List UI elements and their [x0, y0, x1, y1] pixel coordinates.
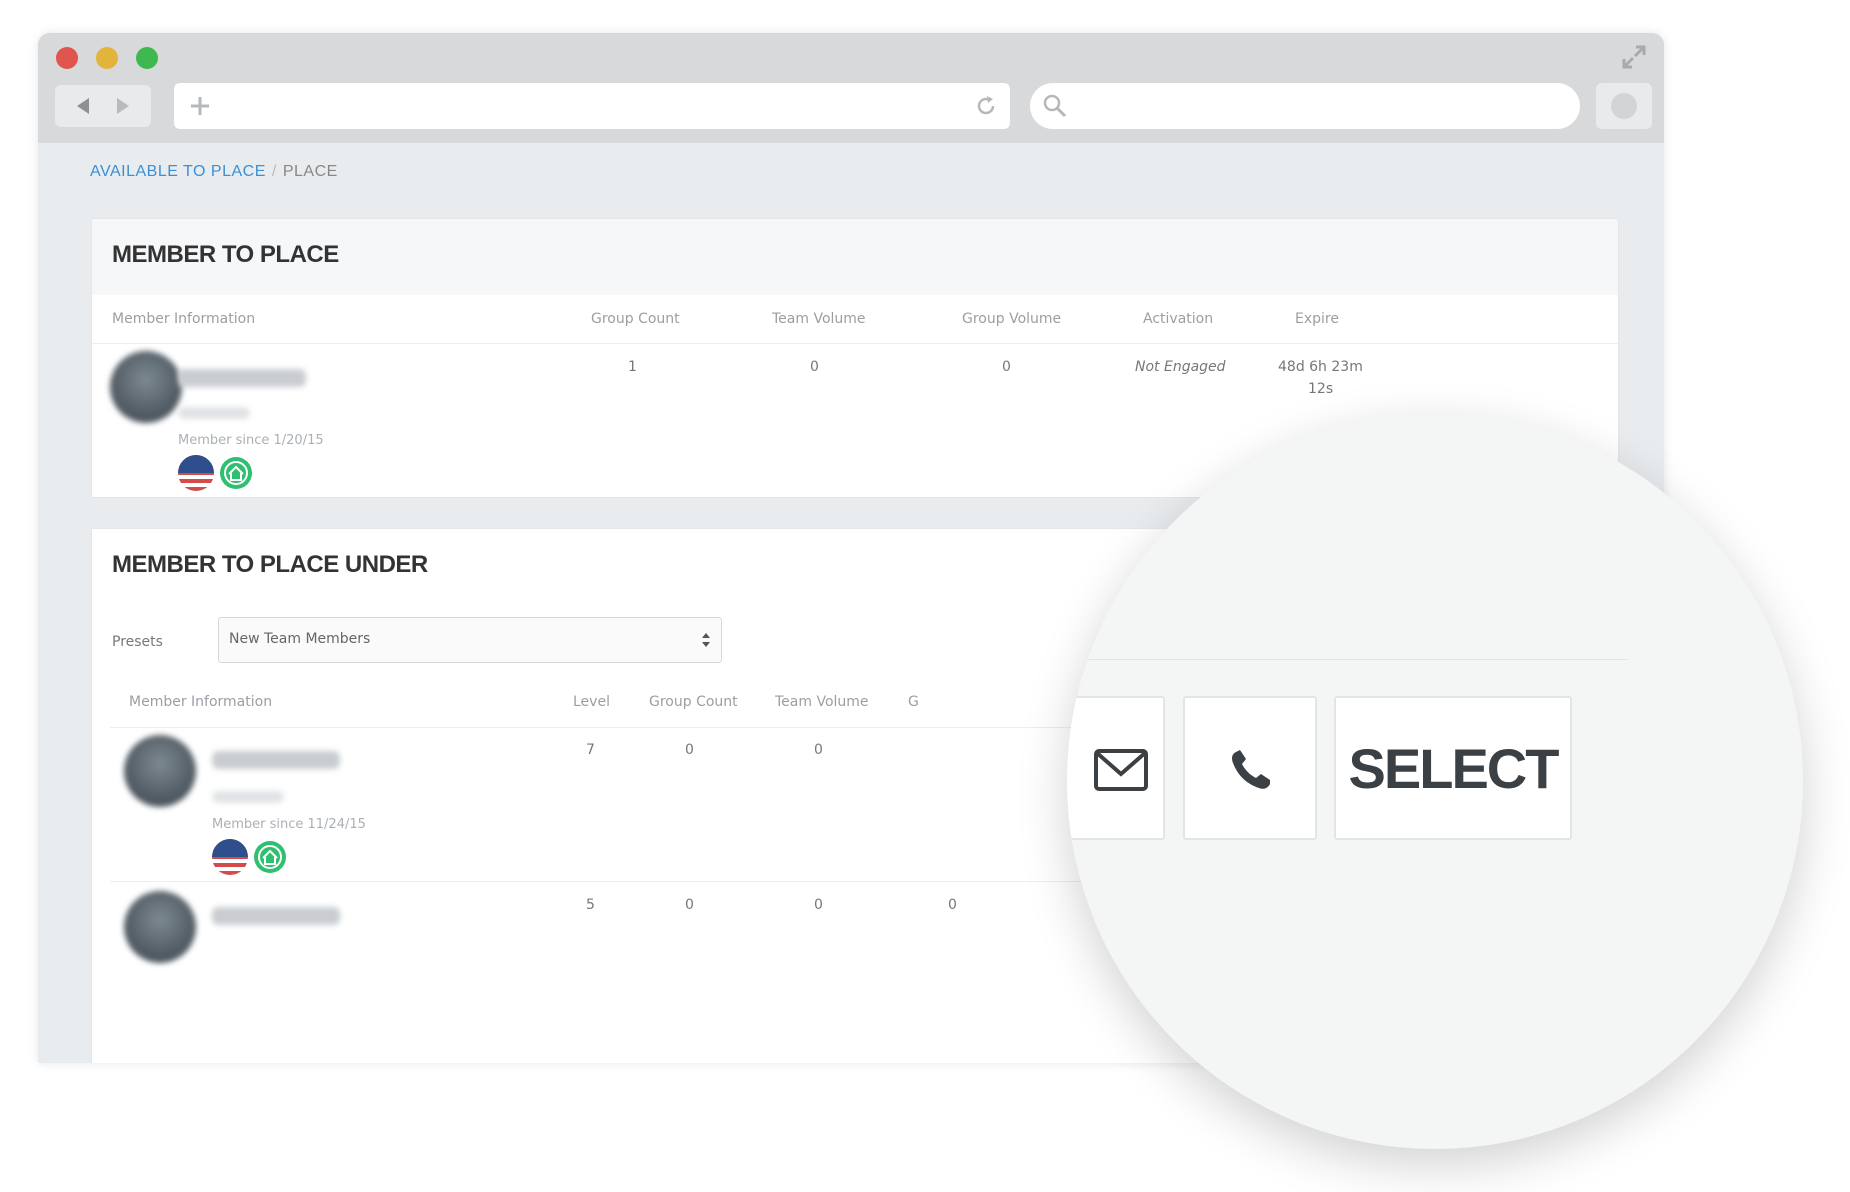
extension-button[interactable] [1596, 83, 1652, 129]
magnifier-callout: SELECT [1067, 413, 1803, 1149]
cell-team-volume: 0 [814, 897, 823, 913]
member-id-blurred [178, 407, 250, 419]
presets-label: Presets [112, 634, 163, 650]
member-id-blurred [212, 791, 284, 803]
breadcrumb-current: PLACE [282, 163, 338, 180]
member-name-blurred[interactable] [212, 907, 340, 925]
member-name-blurred[interactable] [178, 369, 306, 387]
member-since: Member since 11/24/15 [212, 817, 366, 832]
zoom-window-dot[interactable] [136, 47, 158, 69]
home-badge-icon [254, 841, 286, 873]
forward-arrow-icon[interactable] [113, 95, 133, 117]
panel-title: MEMBER TO PLACE UNDER [112, 551, 428, 578]
col-team-volume: Team Volume [775, 694, 869, 710]
address-bar[interactable] [174, 83, 1010, 129]
cell-activation: Not Engaged [1135, 359, 1226, 375]
breadcrumb-link-available[interactable]: AVAILABLE TO PLACE [90, 163, 266, 180]
cell-group-count: 0 [685, 897, 694, 913]
presets-select-value: New Team Members [229, 631, 371, 647]
phone-icon [1232, 750, 1270, 789]
member-name-blurred[interactable] [212, 751, 340, 769]
avatar[interactable] [124, 735, 196, 807]
select-button[interactable]: SELECT [1334, 696, 1572, 840]
row-divider [92, 343, 1618, 344]
select-button-label: SELECT [1348, 736, 1560, 800]
reload-icon[interactable] [974, 94, 998, 118]
breadcrumb-separator: / [271, 163, 277, 180]
phone-button[interactable] [1183, 696, 1317, 840]
cell-group-volume: 0 [1002, 359, 1011, 375]
col-group-count: Group Count [649, 694, 738, 710]
cell-expire: 48d 6h 23m [1278, 359, 1363, 375]
cell-team-volume: 0 [814, 742, 823, 758]
close-window-dot[interactable] [56, 47, 78, 69]
home-badge-icon [220, 457, 252, 489]
member-since: Member since 1/20/15 [178, 433, 324, 448]
cell-group-volume: 0 [948, 897, 957, 913]
col-expire: Expire [1295, 311, 1339, 327]
panel-header: MEMBER TO PLACE [92, 219, 1618, 295]
expand-icon[interactable] [1620, 43, 1648, 71]
cell-level: 7 [586, 742, 595, 758]
avatar[interactable] [110, 351, 182, 423]
nav-buttons [55, 85, 151, 127]
extension-icon [1611, 93, 1637, 119]
cell-group-count: 1 [628, 359, 637, 375]
avatar[interactable] [124, 891, 196, 963]
back-arrow-icon[interactable] [73, 95, 93, 117]
col-group-volume: G [908, 694, 919, 710]
plus-icon[interactable] [188, 94, 212, 118]
minimize-window-dot[interactable] [96, 47, 118, 69]
browser-chrome [38, 33, 1664, 143]
presets-select[interactable]: New Team Members [218, 617, 722, 663]
cell-group-count: 0 [685, 742, 694, 758]
search-icon [1043, 94, 1067, 118]
col-group-volume: Group Volume [962, 311, 1062, 327]
col-level: Level [573, 694, 610, 710]
magnified-divider [1067, 659, 1627, 660]
cell-expire-seconds: 12s [1308, 381, 1334, 397]
col-group-count: Group Count [591, 311, 680, 327]
browser-search-bar[interactable] [1030, 83, 1580, 129]
select-arrows-icon [702, 633, 710, 647]
col-team-volume: Team Volume [772, 311, 866, 327]
us-flag-icon [212, 839, 248, 875]
panel-title: MEMBER TO PLACE [112, 241, 339, 268]
breadcrumb: AVAILABLE TO PLACE / PLACE [90, 163, 338, 181]
cell-level: 5 [586, 897, 595, 913]
email-button[interactable] [1067, 696, 1165, 840]
col-member-information: Member Information [129, 694, 273, 710]
col-member-information: Member Information [112, 311, 256, 327]
envelope-icon [1094, 749, 1148, 791]
col-activation: Activation [1143, 311, 1214, 327]
us-flag-icon [178, 455, 214, 491]
cell-team-volume: 0 [810, 359, 819, 375]
